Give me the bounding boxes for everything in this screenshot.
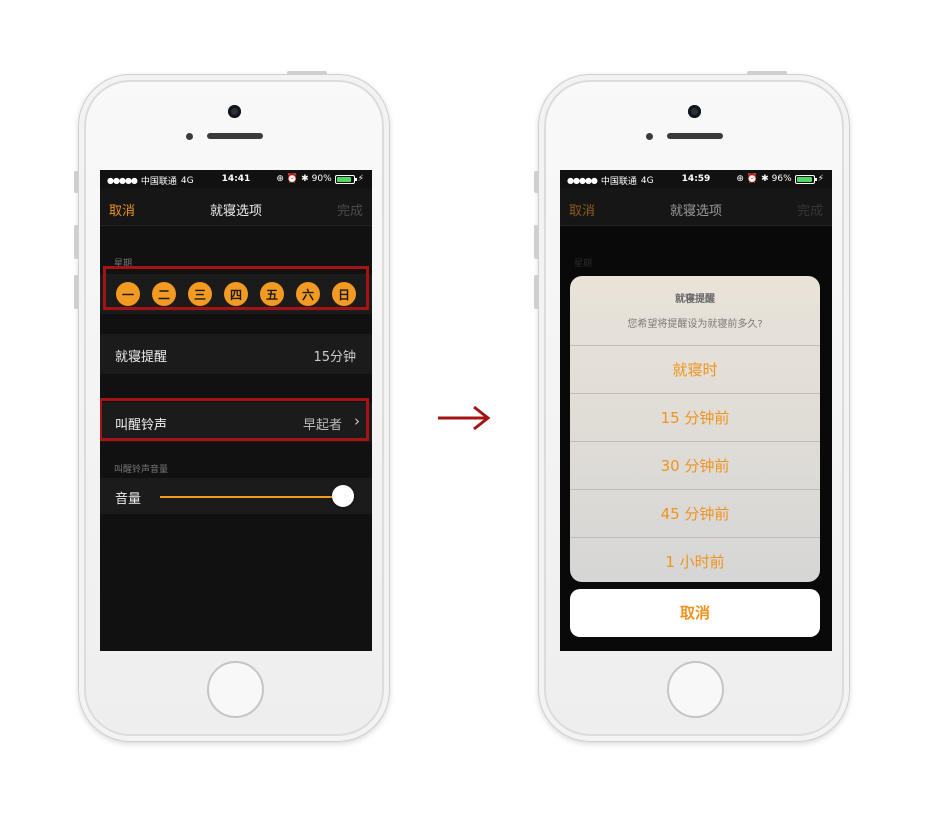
battery-icon: [794, 174, 817, 184]
wake-sound-highlight-box: [100, 398, 369, 441]
done-button[interactable]: 完成: [797, 200, 823, 219]
earpiece-speaker: [667, 133, 723, 139]
battery-percent: 96%: [771, 174, 792, 184]
nav-bar: 取消 就寝选项 完成: [560, 188, 832, 226]
bedtime-reminder-row[interactable]: 就寝提醒 15分钟: [100, 334, 372, 374]
done-button[interactable]: 完成: [337, 200, 363, 219]
bedtime-reminder-value: 15分钟: [313, 350, 356, 365]
phone-right: ●●●●● 中国联通 4G 14:59 ⊕ ⏰ ✱ 96% ⚡ 取消 就寝选项 …: [534, 71, 850, 742]
mute-switch: [74, 171, 79, 193]
volume-slider-track[interactable]: [160, 496, 342, 498]
volume-slider-thumb[interactable]: [332, 485, 354, 507]
charging-icon: ⚡: [357, 174, 364, 184]
option-30-min[interactable]: 30 分钟前: [570, 442, 820, 490]
option-1-hour[interactable]: 1 小时前: [570, 538, 820, 582]
volume-down-button: [534, 275, 539, 309]
battery-icon: [334, 174, 357, 184]
battery-percent: 90%: [311, 174, 332, 184]
bedtime-reminder-label: 就寝提醒: [115, 350, 168, 365]
bluetooth-icon: ✱: [301, 174, 309, 184]
status-bar: ●●●●● 中国联通 4G 14:41 ⊕ ⏰ ✱ 90% ⚡: [100, 170, 372, 188]
sleep-button: [747, 71, 787, 75]
screen-left: ●●●●● 中国联通 4G 14:41 ⊕ ⏰ ✱ 90% ⚡ 取消 就寝选项 …: [100, 170, 372, 651]
charging-icon: ⚡: [817, 174, 824, 184]
nav-bar: 取消 就寝选项 完成: [100, 188, 372, 226]
page-title: 就寝选项: [209, 204, 262, 219]
front-camera: [688, 105, 701, 118]
front-camera: [228, 105, 241, 118]
days-highlight-box: [103, 266, 369, 310]
action-sheet-header: 就寝提醒 您希望将提醒设为就寝前多久?: [570, 276, 820, 346]
mute-switch: [534, 171, 539, 193]
volume-down-button: [74, 275, 79, 309]
action-sheet-title: 就寝提醒: [675, 294, 715, 305]
screen-right: ●●●●● 中国联通 4G 14:59 ⊕ ⏰ ✱ 96% ⚡ 取消 就寝选项 …: [560, 170, 832, 651]
volume-up-button: [74, 225, 79, 259]
phone-left: ●●●●● 中国联通 4G 14:41 ⊕ ⏰ ✱ 90% ⚡ 取消 就寝选项 …: [74, 71, 390, 742]
option-45-min[interactable]: 45 分钟前: [570, 490, 820, 538]
proximity-sensor: [186, 133, 193, 140]
volume-up-button: [534, 225, 539, 259]
home-button[interactable]: [207, 661, 264, 718]
bluetooth-icon: ✱: [761, 174, 769, 184]
option-at-bedtime[interactable]: 就寝时: [570, 346, 820, 394]
action-sheet-cancel-button[interactable]: 取消: [570, 589, 820, 637]
action-sheet-message: 您希望将提醒设为就寝前多久?: [627, 319, 763, 330]
alarm-icon: ⏰: [746, 174, 759, 184]
rotation-lock-icon: ⊕: [276, 174, 284, 184]
action-sheet: 就寝提醒 您希望将提醒设为就寝前多久? 就寝时 15 分钟前 30 分钟前 45…: [570, 276, 820, 582]
volume-row: 音量: [100, 478, 372, 514]
page-title: 就寝选项: [669, 204, 722, 219]
status-bar: ●●●●● 中国联通 4G 14:59 ⊕ ⏰ ✱ 96% ⚡: [560, 170, 832, 188]
sleep-button: [287, 71, 327, 75]
rotation-lock-icon: ⊕: [736, 174, 744, 184]
earpiece-speaker: [207, 133, 263, 139]
volume-label: 音量: [115, 492, 142, 507]
arrow-right-icon: [438, 405, 491, 431]
home-button[interactable]: [667, 661, 724, 718]
option-15-min[interactable]: 15 分钟前: [570, 394, 820, 442]
volume-section-label: 叫醒铃声音量: [114, 465, 169, 475]
proximity-sensor: [646, 133, 653, 140]
alarm-icon: ⏰: [286, 174, 299, 184]
